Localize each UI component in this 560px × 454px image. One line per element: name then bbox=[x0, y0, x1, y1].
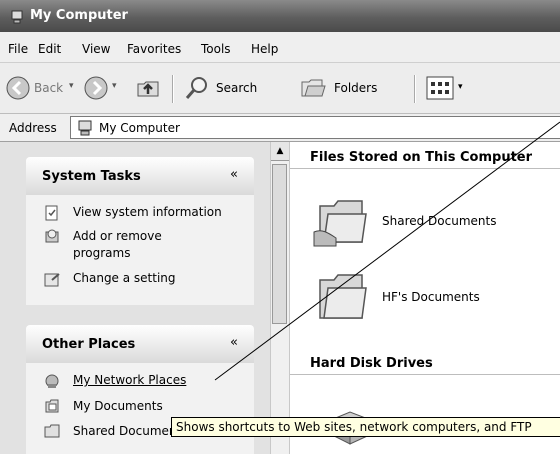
other-places-title: Other Places bbox=[42, 337, 136, 352]
section-divider bbox=[290, 374, 560, 375]
window-title: My Computer bbox=[30, 8, 128, 23]
other-places-list: My Network Places My Documents Shared Do… bbox=[26, 363, 254, 454]
folder-icon bbox=[44, 424, 60, 438]
address-label: Address bbox=[9, 121, 57, 135]
menu-tools[interactable]: Tools bbox=[201, 42, 231, 56]
search-label: Search bbox=[216, 81, 258, 95]
folders-label: Folders bbox=[334, 81, 378, 95]
other-places-header[interactable]: Other Places « bbox=[26, 325, 254, 363]
scroll-thumb[interactable] bbox=[272, 164, 287, 324]
title-bar: My Computer bbox=[0, 0, 560, 32]
documents-icon bbox=[45, 399, 59, 413]
info-icon bbox=[45, 205, 58, 221]
up-folder-icon[interactable] bbox=[134, 74, 162, 102]
folders-button[interactable]: Folders bbox=[296, 71, 408, 105]
control-panel-icon bbox=[44, 273, 60, 287]
back-label: Back bbox=[34, 81, 64, 95]
scroll-up-arrow-icon[interactable]: ▲ bbox=[271, 142, 289, 161]
system-tasks-list: View system information Add or remove pr… bbox=[26, 195, 254, 305]
forward-button[interactable]: ▾ bbox=[82, 71, 122, 105]
shared-folder-icon bbox=[313, 200, 367, 247]
address-value: My Computer bbox=[99, 121, 180, 135]
drives-section-title: Hard Disk Drives bbox=[310, 356, 433, 371]
menu-bar: File Edit View Favorites Tools Help bbox=[0, 32, 560, 63]
collapse-chevron-icon[interactable]: « bbox=[230, 335, 238, 350]
menu-file[interactable]: File bbox=[8, 42, 28, 56]
system-tasks-header[interactable]: System Tasks « bbox=[26, 157, 254, 195]
search-button[interactable]: Search bbox=[180, 71, 310, 105]
forward-arrow-icon bbox=[84, 76, 108, 100]
shared-documents-label: Shared Documents bbox=[382, 214, 497, 228]
toolbar-separator bbox=[172, 75, 174, 103]
item-shared-documents[interactable]: Shared Documents bbox=[310, 192, 550, 250]
files-section-title: Files Stored on This Computer bbox=[310, 150, 533, 165]
views-icon bbox=[426, 76, 454, 100]
address-field[interactable]: My Computer bbox=[70, 116, 560, 139]
back-dropdown-icon[interactable]: ▾ bbox=[69, 81, 74, 91]
task-add-remove-programs[interactable]: Add or remove programs bbox=[73, 228, 162, 262]
menu-favorites[interactable]: Favorites bbox=[127, 42, 181, 56]
hfs-documents-label: HF's Documents bbox=[382, 290, 480, 304]
menu-edit[interactable]: Edit bbox=[38, 42, 61, 56]
views-button[interactable]: ▾ bbox=[424, 73, 470, 103]
my-computer-icon bbox=[78, 120, 92, 136]
toolbar-separator bbox=[414, 75, 416, 103]
folders-icon bbox=[301, 79, 326, 97]
section-divider bbox=[290, 168, 560, 169]
tooltip: Shows shortcuts to Web sites, network co… bbox=[171, 417, 560, 437]
task-change-setting[interactable]: Change a setting bbox=[73, 270, 176, 287]
menu-help[interactable]: Help bbox=[251, 42, 278, 56]
views-dropdown-icon[interactable]: ▾ bbox=[458, 82, 463, 92]
vertical-scrollbar[interactable]: ▲ bbox=[270, 142, 290, 454]
folder-icon bbox=[319, 274, 367, 319]
menu-view[interactable]: View bbox=[82, 42, 110, 56]
collapse-chevron-icon[interactable]: « bbox=[230, 167, 238, 182]
my-computer-icon bbox=[11, 10, 23, 24]
cd-box-icon bbox=[45, 229, 59, 243]
address-bar: Address My Computer bbox=[0, 114, 560, 142]
search-icon bbox=[185, 77, 207, 99]
task-pane: System Tasks « View system information A… bbox=[0, 142, 270, 454]
back-arrow-icon bbox=[6, 76, 30, 100]
toolbar: Back ▾ ▾ Search Folders ▾ bbox=[0, 63, 560, 114]
place-my-network-places[interactable]: My Network Places bbox=[73, 372, 186, 389]
place-my-documents[interactable]: My Documents bbox=[73, 398, 163, 415]
item-hfs-documents[interactable]: HF's Documents bbox=[310, 268, 550, 326]
content-pane: Files Stored on This Computer Shared Doc… bbox=[290, 142, 560, 454]
forward-dropdown-icon[interactable]: ▾ bbox=[112, 81, 117, 91]
task-view-system-info[interactable]: View system information bbox=[73, 204, 222, 221]
network-icon bbox=[45, 374, 59, 388]
system-tasks-title: System Tasks bbox=[42, 169, 141, 184]
